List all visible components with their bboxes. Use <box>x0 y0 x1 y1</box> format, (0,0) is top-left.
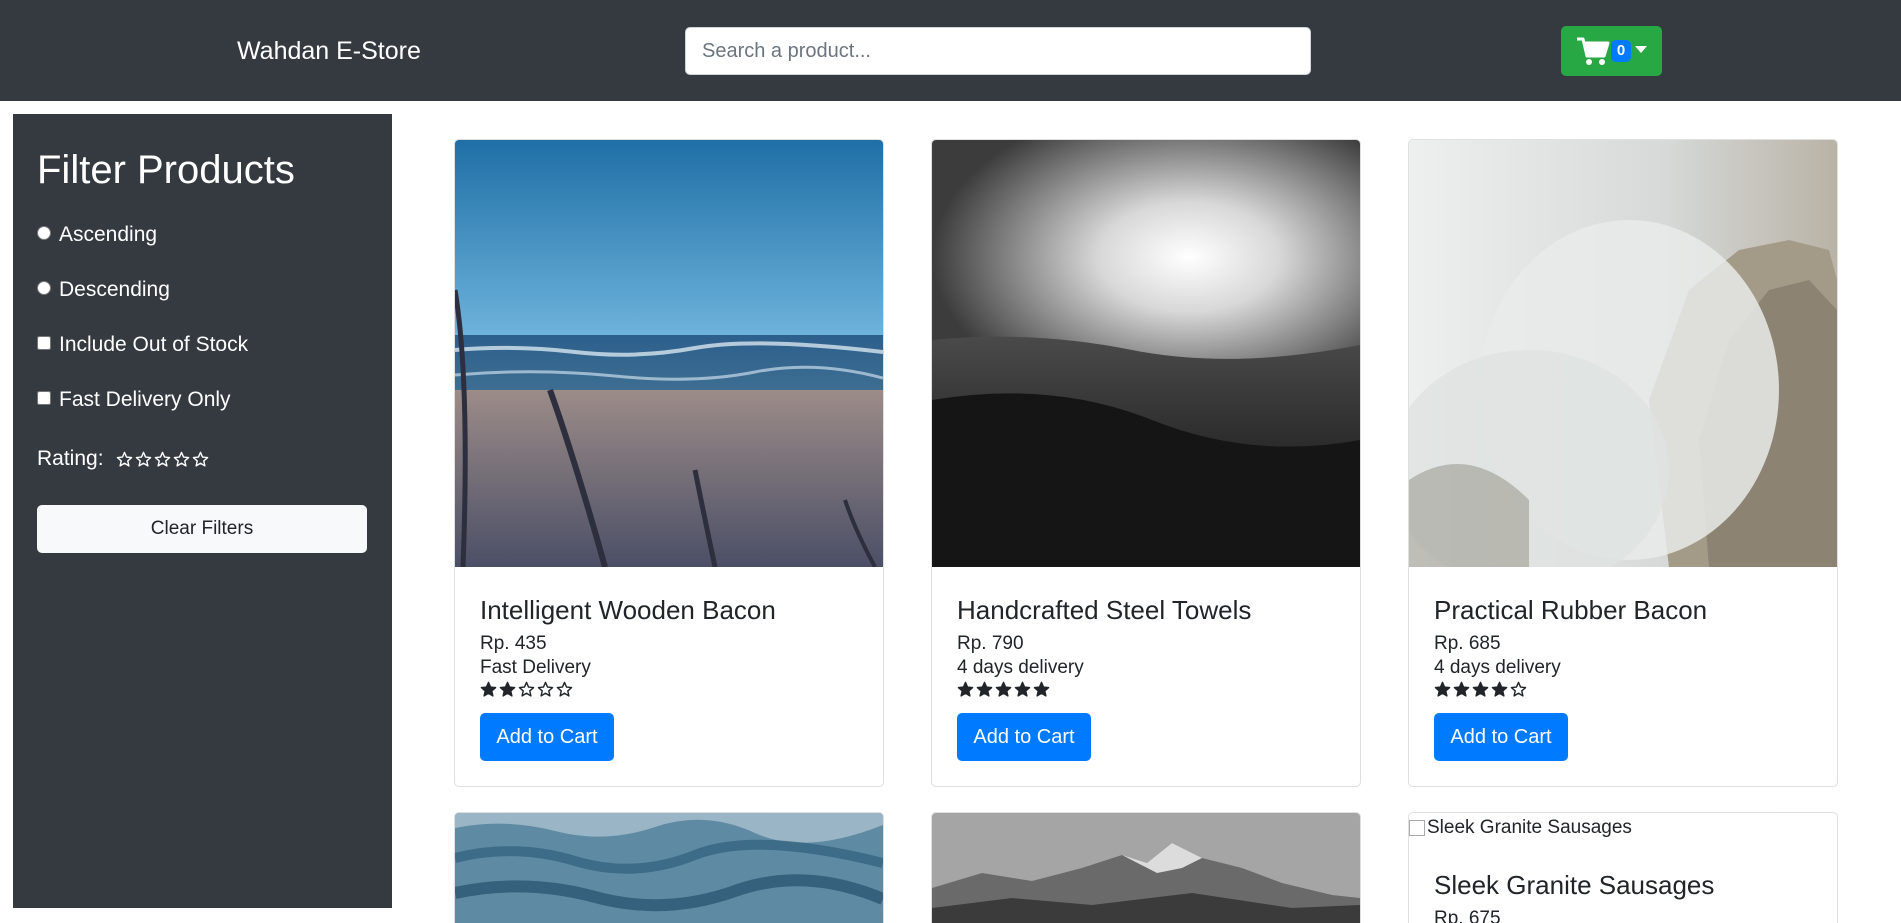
rating-label: Rating: <box>37 447 104 470</box>
star-filled-icon <box>957 681 974 697</box>
add-to-cart-button[interactable]: Add to Cart <box>957 713 1091 761</box>
sort-descending-option[interactable]: Descending <box>37 275 170 305</box>
cart-count-badge: 0 <box>1611 40 1631 62</box>
navbar: Wahdan E-Store 0 <box>0 0 1901 101</box>
product-price: Rp. 675 <box>1434 908 1501 923</box>
product-name: Handcrafted Steel Towels <box>957 595 1252 625</box>
add-to-cart-button[interactable]: Add to Cart <box>1434 713 1568 761</box>
sort-descending-label: Descending <box>59 278 170 301</box>
product-name: Intelligent Wooden Bacon <box>480 595 776 625</box>
star-outline-icon <box>518 681 535 697</box>
star-outline-icon[interactable] <box>116 451 133 468</box>
filter-sidebar: Filter Products Ascending Descending Inc… <box>13 114 392 908</box>
star-filled-icon <box>995 681 1012 697</box>
star-filled-icon <box>1434 681 1451 697</box>
star-filled-icon <box>480 681 497 697</box>
product-image-sunlit-hills <box>932 140 1360 567</box>
include-out-of-stock-checkbox[interactable] <box>37 336 51 350</box>
cart-dropdown-button[interactable]: 0 <box>1561 26 1662 76</box>
star-outline-icon[interactable] <box>135 451 152 468</box>
filter-title: Filter Products <box>37 148 295 192</box>
sort-descending-radio[interactable] <box>37 281 51 295</box>
product-rating <box>1434 681 1527 698</box>
product-price: Rp. 790 <box>957 633 1024 654</box>
star-filled-icon <box>1014 681 1031 697</box>
star-filled-icon <box>976 681 993 697</box>
fast-delivery-only-label: Fast Delivery Only <box>59 388 231 411</box>
clear-filters-button[interactable]: Clear Filters <box>37 505 367 553</box>
star-outline-icon <box>1510 681 1527 697</box>
product-price: Rp. 685 <box>1434 633 1501 654</box>
star-filled-icon <box>499 681 516 697</box>
chevron-down-icon <box>1635 46 1647 53</box>
star-outline-icon <box>556 681 573 697</box>
product-card <box>931 812 1361 923</box>
product-card: Handcrafted Steel Towels Rp. 790 4 days … <box>931 139 1361 787</box>
product-image-mountain-range <box>932 813 1360 923</box>
brand-title[interactable]: Wahdan E-Store <box>237 36 421 66</box>
product-name: Practical Rubber Bacon <box>1434 595 1708 625</box>
search-input[interactable] <box>685 27 1311 75</box>
sort-ascending-radio[interactable] <box>37 226 51 240</box>
product-delivery: 4 days delivery <box>1434 657 1561 678</box>
product-card <box>454 812 884 923</box>
product-name: Sleek Granite Sausages <box>1434 870 1715 900</box>
star-filled-icon <box>1472 681 1489 697</box>
sort-ascending-option[interactable]: Ascending <box>37 220 157 250</box>
shopping-cart-icon <box>1577 37 1610 65</box>
product-price: Rp. 435 <box>480 633 547 654</box>
fast-delivery-only-option[interactable]: Fast Delivery Only <box>37 385 231 415</box>
broken-image-icon <box>1409 820 1425 836</box>
product-card: Practical Rubber Bacon Rp. 685 4 days de… <box>1408 139 1838 787</box>
broken-image-placeholder: Sleek Granite Sausages <box>1409 817 1632 839</box>
image-alt-text: Sleek Granite Sausages <box>1427 817 1632 838</box>
product-card: Intelligent Wooden Bacon Rp. 435 Fast De… <box>454 139 884 787</box>
product-delivery: 4 days delivery <box>957 657 1084 678</box>
star-filled-icon <box>1453 681 1470 697</box>
product-image-misty-cliff <box>1409 140 1837 567</box>
include-out-of-stock-option[interactable]: Include Out of Stock <box>37 330 248 360</box>
product-delivery: Fast Delivery <box>480 657 591 678</box>
include-out-of-stock-label: Include Out of Stock <box>59 333 249 356</box>
star-outline-icon <box>537 681 554 697</box>
rating-filter: Rating: <box>37 444 209 474</box>
fast-delivery-only-checkbox[interactable] <box>37 391 51 405</box>
product-card: Sleek Granite Sausages Sleek Granite Sau… <box>1408 812 1838 923</box>
rating-filter-stars <box>116 451 209 468</box>
product-rating <box>957 681 1050 698</box>
sort-ascending-label: Ascending <box>59 223 158 246</box>
star-outline-icon[interactable] <box>154 451 171 468</box>
product-rating <box>480 681 573 698</box>
add-to-cart-button[interactable]: Add to Cart <box>480 713 614 761</box>
product-image-beach <box>455 140 883 567</box>
star-filled-icon <box>1033 681 1050 697</box>
star-outline-icon[interactable] <box>173 451 190 468</box>
product-image-ocean-water <box>455 813 883 923</box>
star-outline-icon[interactable] <box>192 451 209 468</box>
star-filled-icon <box>1491 681 1508 697</box>
